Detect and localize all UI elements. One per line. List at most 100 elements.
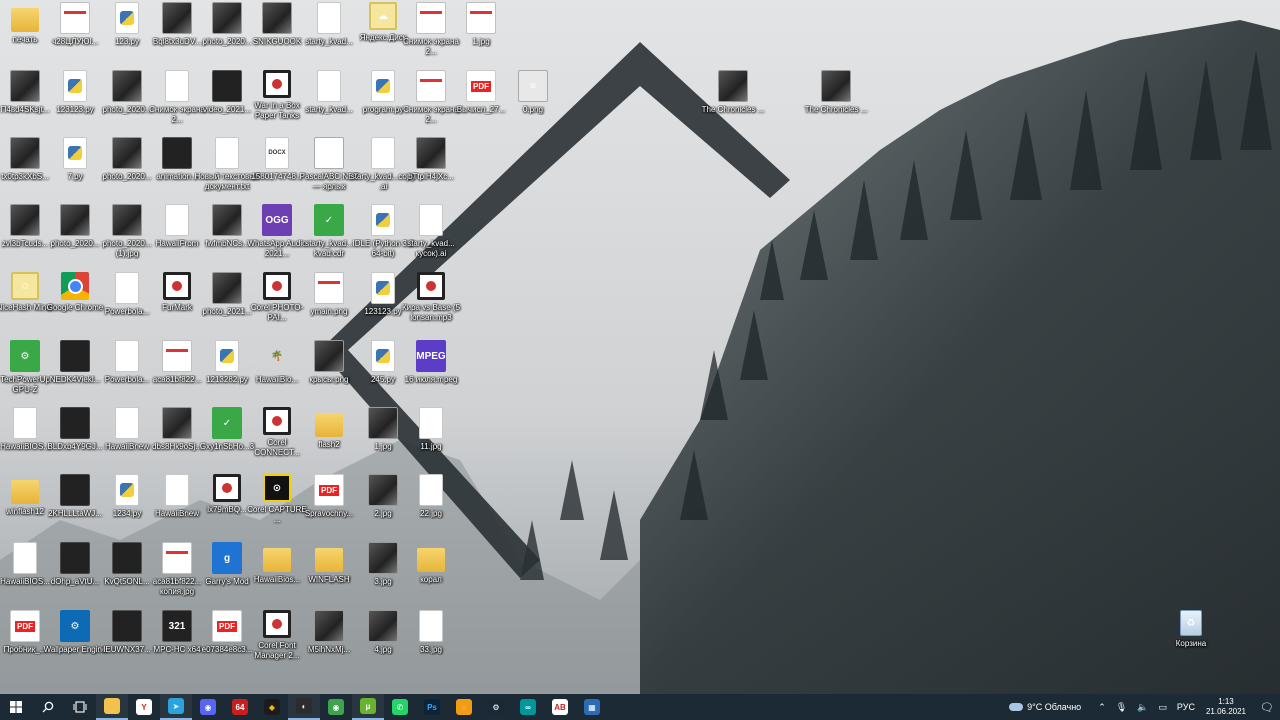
desktop-icon[interactable]: ≡ 0.png xyxy=(500,70,566,134)
round-icon xyxy=(263,70,291,98)
taskbar-app-app-green[interactable]: ◉ xyxy=(320,694,352,720)
desktop-icon-label: корал xyxy=(420,575,442,584)
vid-icon xyxy=(162,137,192,169)
desktop-icon[interactable]: starty_kvad... кусок).ai xyxy=(398,204,464,268)
start-button[interactable] xyxy=(0,694,32,720)
taskbar-app-photoshop[interactable]: Ps xyxy=(416,694,448,720)
file-icon xyxy=(419,204,443,236)
taskbar-app-app-orange[interactable]: ◌ xyxy=(448,694,480,720)
round-icon xyxy=(213,474,241,502)
aida64-icon: 64 xyxy=(232,699,248,715)
photo-icon xyxy=(718,70,748,102)
desktop-icon-label: 33.jpg xyxy=(420,645,442,654)
taskbar-app-whatsapp[interactable]: ✆ xyxy=(384,694,416,720)
network-icon[interactable]: ▭ xyxy=(1158,702,1167,713)
desktop-icon[interactable]: MPEG 16 июля.mpeg xyxy=(398,340,464,404)
taskbar-app-utorrent[interactable]: μ xyxy=(352,694,384,720)
notification-icon: 🗨 xyxy=(1260,701,1274,714)
folder-icon xyxy=(417,548,445,572)
desktop-icon[interactable]: ♻ Корзина xyxy=(1158,610,1224,674)
shot-icon xyxy=(162,340,192,372)
taskbar-app-yandex-browser[interactable]: Y xyxy=(128,694,160,720)
file-icon xyxy=(115,407,139,439)
desktop-icon-label: 22.jpg xyxy=(420,509,442,518)
py-icon xyxy=(63,137,87,169)
speaker-icon[interactable]: 🔈 xyxy=(1137,702,1148,713)
file-icon xyxy=(165,204,189,236)
round-icon xyxy=(263,407,291,435)
taskbar-app-steam[interactable]: ⚙ xyxy=(480,694,512,720)
abc-icon: ABC xyxy=(314,137,344,169)
photo-icon xyxy=(416,137,446,169)
ogg-icon: OGG xyxy=(262,204,292,236)
taskbar: Y ➤ ◉ 64 ◆ ◐ ◉ μ ✆ Ps ◌ ⚙ ∞ AB ▦ 9°C Облачно ⌃ 🎙 🔈 ▭ Р… xyxy=(0,694,1280,720)
clock[interactable]: 1:13 21.06.2021 xyxy=(1206,697,1246,717)
desktop-icon[interactable]: 11.jpg xyxy=(398,407,464,471)
desktop-icon[interactable]: The Chronicles ... xyxy=(700,70,766,134)
mpeg-icon: MPEG xyxy=(416,340,446,372)
photo-icon xyxy=(10,137,40,169)
desktop-icon[interactable]: Кира vs Base (5 lonsan.mp3 xyxy=(398,272,464,336)
round-icon xyxy=(263,610,291,638)
vid-icon: 321 xyxy=(162,610,192,642)
file-icon xyxy=(115,340,139,372)
taskbar-app-aida64[interactable]: 64 xyxy=(224,694,256,720)
photo-icon xyxy=(112,137,142,169)
py-icon xyxy=(115,474,139,506)
green-icon: ⚙ xyxy=(10,340,40,372)
notification-center-button[interactable]: 🗨 xyxy=(1254,694,1280,720)
microphone-icon[interactable]: 🎙 xyxy=(1116,702,1127,713)
vid-icon xyxy=(112,610,142,642)
search-button[interactable] xyxy=(32,694,64,720)
pascal-icon: AB xyxy=(552,699,568,715)
photo-icon xyxy=(112,70,142,102)
file-icon xyxy=(165,474,189,506)
file-icon xyxy=(419,407,443,439)
desktop-icon[interactable]: 22.jpg xyxy=(398,474,464,538)
desktop-icon[interactable]: 1.jpg xyxy=(448,2,514,66)
taskbar-app-explorer[interactable] xyxy=(96,694,128,720)
language-indicator[interactable]: РУС xyxy=(1177,702,1195,712)
discord-icon: ◉ xyxy=(200,699,216,715)
pdf-icon: PDF xyxy=(10,610,40,642)
shot-icon xyxy=(162,542,192,574)
corel-icon: ⊙ xyxy=(263,474,291,502)
round-icon xyxy=(163,272,191,300)
file-icon xyxy=(13,407,37,439)
desktop-icon-label: 1.jpg xyxy=(472,37,490,46)
taskbar-app-telegram[interactable]: ➤ xyxy=(160,694,192,720)
taskbar-app-app-circle[interactable]: ◐ xyxy=(288,694,320,720)
clock-time: 1:13 xyxy=(1218,697,1234,706)
taskbar-app-pascal[interactable]: AB xyxy=(544,694,576,720)
taskbar-app-calculator[interactable]: ▦ xyxy=(576,694,608,720)
py-icon xyxy=(115,2,139,34)
folder-icon xyxy=(315,548,343,572)
steam-icon: ⚙ xyxy=(488,699,504,715)
wall-icon: ⚙ xyxy=(60,610,90,642)
photo-icon xyxy=(112,204,142,236)
desktop-icon[interactable]: bTtplH4jXc... xyxy=(398,137,464,201)
folder-icon xyxy=(11,8,39,32)
weather-widget[interactable]: 9°C Облачно xyxy=(1009,702,1081,712)
yandex-browser-icon: Y xyxy=(136,699,152,715)
desktop-icon[interactable]: корал xyxy=(398,542,464,606)
py-icon xyxy=(371,70,395,102)
palm-icon: 🌴 xyxy=(270,350,284,362)
shot-icon xyxy=(314,272,344,304)
photo-icon xyxy=(821,70,851,102)
arduino-icon: ∞ xyxy=(520,699,536,715)
task-view-button[interactable] xyxy=(64,694,96,720)
smile-icon: ☁ xyxy=(369,2,397,30)
desktop-icon-label: Корзина xyxy=(1175,639,1207,648)
desktop-icon-label: The Chronicles ... xyxy=(804,105,868,114)
taskbar-app-arduino[interactable]: ∞ xyxy=(512,694,544,720)
taskbar-app-binance[interactable]: ◆ xyxy=(256,694,288,720)
desktop-icon[interactable]: The Chronicles ... xyxy=(803,70,869,134)
pdf-icon: PDF xyxy=(314,474,344,506)
chevron-up-icon[interactable]: ⌃ xyxy=(1098,702,1106,713)
speaker-icon xyxy=(60,542,90,574)
whatsapp-icon: ✆ xyxy=(392,699,408,715)
taskbar-app-discord[interactable]: ◉ xyxy=(192,694,224,720)
speaker-icon xyxy=(60,474,90,506)
desktop-icon[interactable]: 33.jpg xyxy=(398,610,464,674)
